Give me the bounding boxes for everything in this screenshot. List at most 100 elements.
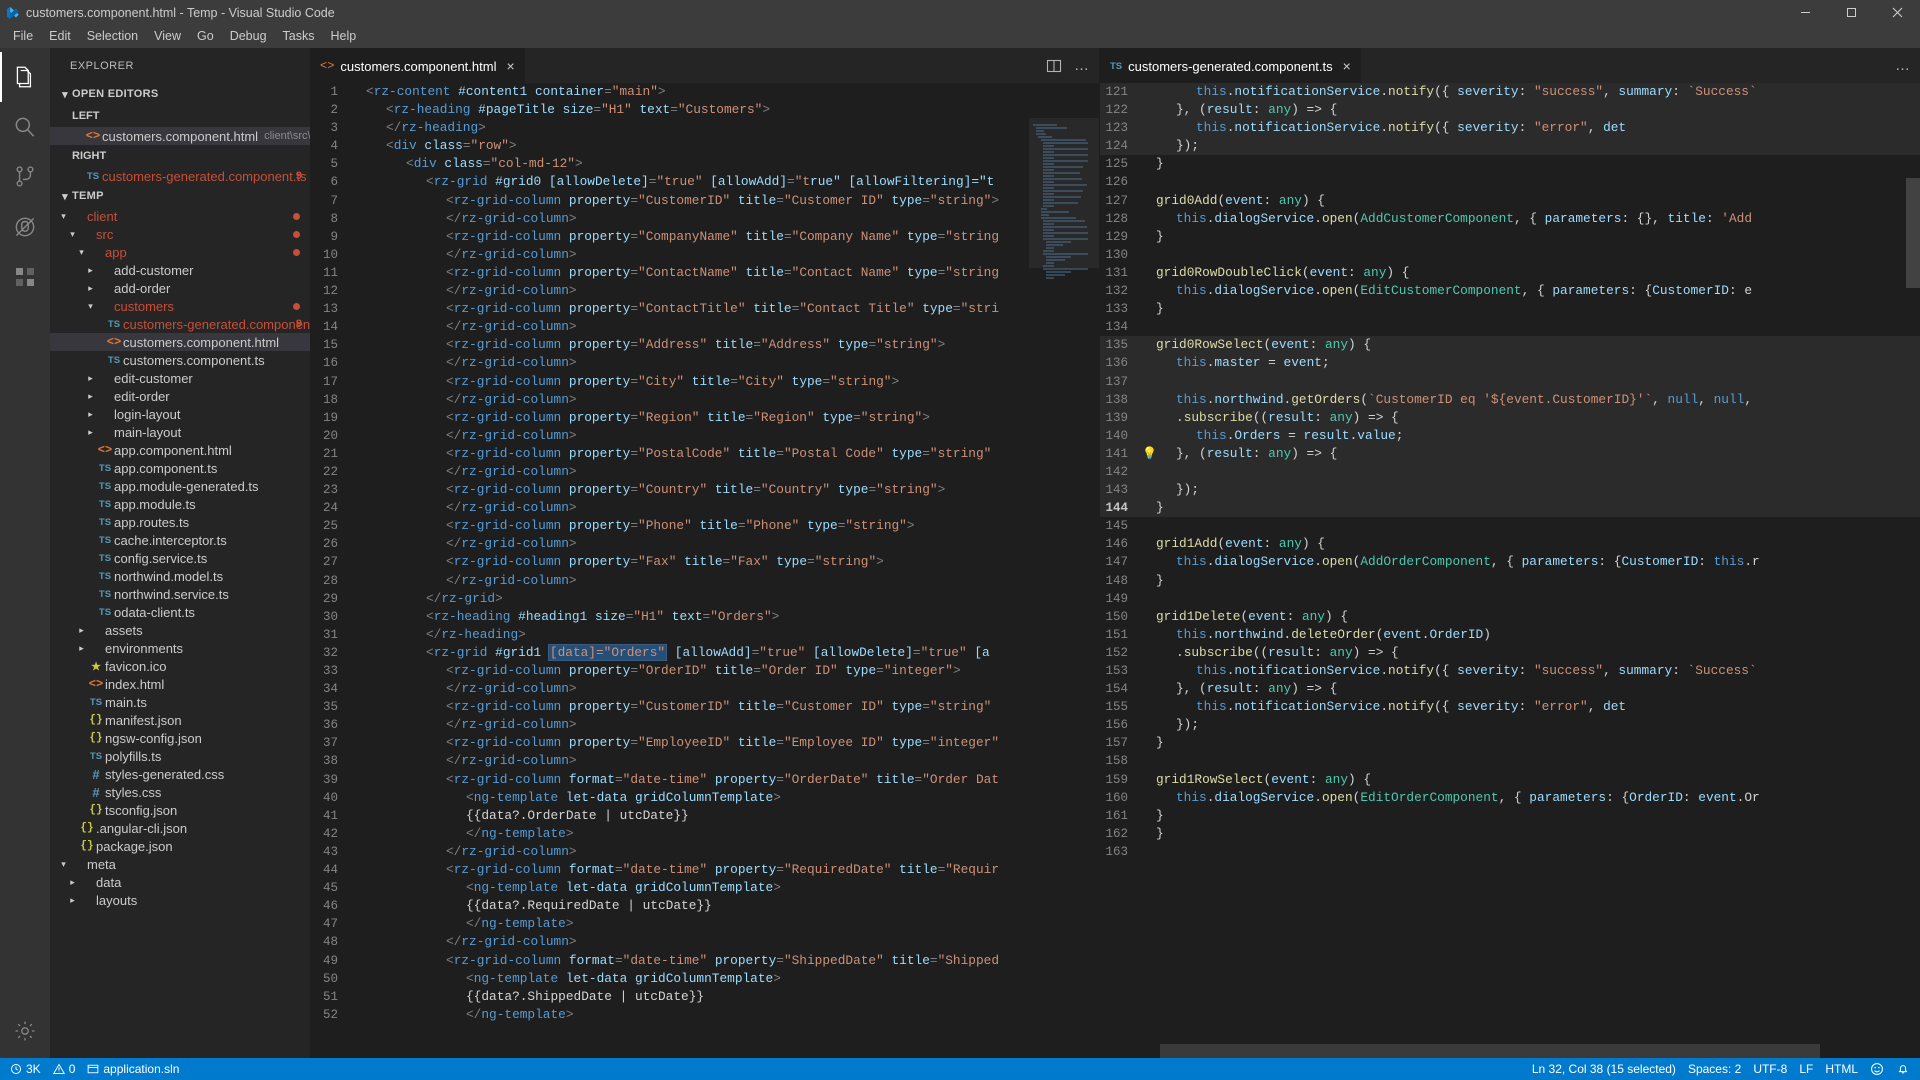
more-actions-icon[interactable]: … xyxy=(1895,58,1910,73)
status-indentation[interactable]: Spaces: 2 xyxy=(1682,1058,1747,1080)
tree-folder-item[interactable]: ▸ layouts xyxy=(50,891,310,909)
tree-file-item[interactable]: # styles-generated.css xyxy=(50,765,310,783)
code-token: = xyxy=(853,409,861,425)
activitybar-debug[interactable] xyxy=(0,202,50,252)
tree-file-item[interactable]: TS app.module-generated.ts xyxy=(50,477,310,495)
split-editor-icon[interactable] xyxy=(1046,58,1062,74)
code-token: title xyxy=(753,301,792,317)
menu-go[interactable]: Go xyxy=(189,25,222,48)
code-token: = xyxy=(630,663,639,678)
tree-folder-item[interactable]: ▸ add-customer xyxy=(50,261,310,279)
status-feedback[interactable] xyxy=(1864,1058,1890,1080)
tree-folder-item[interactable]: ▸ add-order xyxy=(50,279,310,297)
tree-folder-item[interactable]: ▾ meta xyxy=(50,855,310,873)
close-icon[interactable]: × xyxy=(506,59,514,73)
tree-file-item[interactable]: {} tsconfig.json xyxy=(50,801,310,819)
activitybar-extensions[interactable] xyxy=(0,252,50,302)
tree-file-item[interactable]: TS polyfills.ts xyxy=(50,747,310,765)
status-cursor-position[interactable]: Ln 32, Col 38 (15 selected) xyxy=(1526,1058,1682,1080)
tree-folder-item[interactable]: ▸ edit-customer xyxy=(50,369,310,387)
tree-file-item[interactable]: TS cache.interceptor.ts xyxy=(50,531,310,549)
menu-debug[interactable]: Debug xyxy=(222,25,275,48)
code-editor-left[interactable]: 1 <rz-content #content1 container="main">… xyxy=(310,83,1099,1058)
tree-file-item[interactable]: TS config.service.ts xyxy=(50,549,310,567)
activitybar-manage[interactable] xyxy=(0,1008,50,1058)
tree-file-item[interactable]: # styles.css xyxy=(50,783,310,801)
tree-folder-item[interactable]: ▾ client xyxy=(50,207,310,225)
maximize-button[interactable] xyxy=(1828,0,1874,25)
tree-file-item[interactable]: {} package.json xyxy=(50,837,310,855)
tree-folder-item[interactable]: ▸ data xyxy=(50,873,310,891)
tree-file-item[interactable]: TS odata-client.ts xyxy=(50,603,310,621)
status-notifications[interactable] xyxy=(1890,1058,1916,1080)
minimap-left[interactable] xyxy=(1029,118,1099,1058)
tree-folder-item[interactable]: ▸ login-layout xyxy=(50,405,310,423)
section-header-temp[interactable]: ▾ TEMP xyxy=(50,185,310,207)
activitybar-source-control[interactable] xyxy=(0,152,50,202)
tree-file-item[interactable]: {} ngsw-config.json xyxy=(50,729,310,747)
tree-file-item[interactable]: <> app.component.html xyxy=(50,441,310,459)
tab-customers-generated-component-ts[interactable]: TS customers-generated.component.ts × xyxy=(1100,48,1362,83)
code-token: any xyxy=(1363,264,1387,280)
menu-help[interactable]: Help xyxy=(323,25,365,48)
status-solution-indicator[interactable]: application.sln xyxy=(81,1058,185,1080)
code-token: "Phone" xyxy=(745,518,800,534)
tree-file-item[interactable]: {} .angular-cli.json xyxy=(50,819,310,837)
tree-folder-item[interactable]: ▸ main-layout xyxy=(50,423,310,441)
activitybar-explorer[interactable] xyxy=(0,52,50,102)
code-line: 12 </rz-grid-column> xyxy=(310,282,1099,300)
tree-folder-item[interactable]: ▸ environments xyxy=(50,639,310,657)
tree-file-item[interactable]: TS app.component.ts xyxy=(50,459,310,477)
group-header-left[interactable]: LEFT xyxy=(50,105,310,127)
tree-file-item[interactable]: TS customers-generated.component.ts 9 xyxy=(50,315,310,333)
tree-file-item[interactable]: TS main.ts xyxy=(50,693,310,711)
tree-file-item[interactable]: ★ favicon.ico xyxy=(50,657,310,675)
status-problems-indicator[interactable]: 0 xyxy=(47,1058,82,1080)
tree-folder-item[interactable]: ▾ customers xyxy=(50,297,310,315)
open-editor-item[interactable]: <>customers.component.html client\src\app… xyxy=(50,127,310,145)
code-token: > xyxy=(495,590,503,606)
tree-folder-item[interactable]: ▸ assets xyxy=(50,621,310,639)
menu-view[interactable]: View xyxy=(146,25,189,48)
code-line: 33 <rz-grid-column property="OrderID" tit… xyxy=(310,662,1099,680)
menu-tasks[interactable]: Tasks xyxy=(275,25,323,48)
code-token: = xyxy=(604,84,612,99)
code-token: rz-grid-column xyxy=(461,355,569,371)
lightbulb-icon[interactable]: 💡 xyxy=(1142,445,1157,463)
code-editor-right[interactable]: 121 this.notificationService.notify({ sev… xyxy=(1100,83,1920,1058)
group-header-right[interactable]: RIGHT xyxy=(50,145,310,167)
tree-folder-item[interactable]: ▾ app xyxy=(50,243,310,261)
tree-file-item[interactable]: {} manifest.json xyxy=(50,711,310,729)
vertical-scrollbar-right[interactable] xyxy=(1906,118,1920,1058)
status-remote-indicator[interactable]: 3K xyxy=(4,1058,47,1080)
tree-file-item[interactable]: TS app.module.ts xyxy=(50,495,310,513)
menu-file[interactable]: File xyxy=(5,25,41,48)
tree-file-item[interactable]: <> customers.component.html xyxy=(50,333,310,351)
tree-file-item[interactable]: TS app.routes.ts xyxy=(50,513,310,531)
close-icon[interactable]: × xyxy=(1343,59,1351,73)
tree-file-item[interactable]: TS northwind.service.ts xyxy=(50,585,310,603)
tree-file-item[interactable]: TS northwind.model.ts xyxy=(50,567,310,585)
more-actions-icon[interactable]: … xyxy=(1074,58,1089,73)
css-icon: # xyxy=(92,766,100,782)
activitybar-search[interactable] xyxy=(0,102,50,152)
minimize-button[interactable] xyxy=(1782,0,1828,25)
status-encoding[interactable]: UTF-8 xyxy=(1747,1058,1793,1080)
tab-customers-component-html[interactable]: <> customers.component.html × xyxy=(310,48,526,83)
status-eol[interactable]: LF xyxy=(1793,1058,1819,1080)
code-text: this.notificationService.notify({ severi… xyxy=(1156,698,1626,716)
code-token: type xyxy=(906,228,938,244)
menu-selection[interactable]: Selection xyxy=(79,25,146,48)
tree-file-item[interactable]: TS customers.component.ts xyxy=(50,351,310,369)
tree-folder-item[interactable]: ▸ edit-order xyxy=(50,387,310,405)
tree-file-item[interactable]: <> index.html xyxy=(50,675,310,693)
tree-folder-item[interactable]: ▾ src xyxy=(50,225,310,243)
close-button[interactable] xyxy=(1874,0,1920,25)
section-header-open-editors[interactable]: ▾ OPEN EDITORS xyxy=(50,83,310,105)
status-language-mode[interactable]: HTML xyxy=(1819,1058,1864,1080)
menu-edit[interactable]: Edit xyxy=(41,25,79,48)
open-editor-item[interactable]: TScustomers-generated.component.tsclien.… xyxy=(50,167,310,185)
